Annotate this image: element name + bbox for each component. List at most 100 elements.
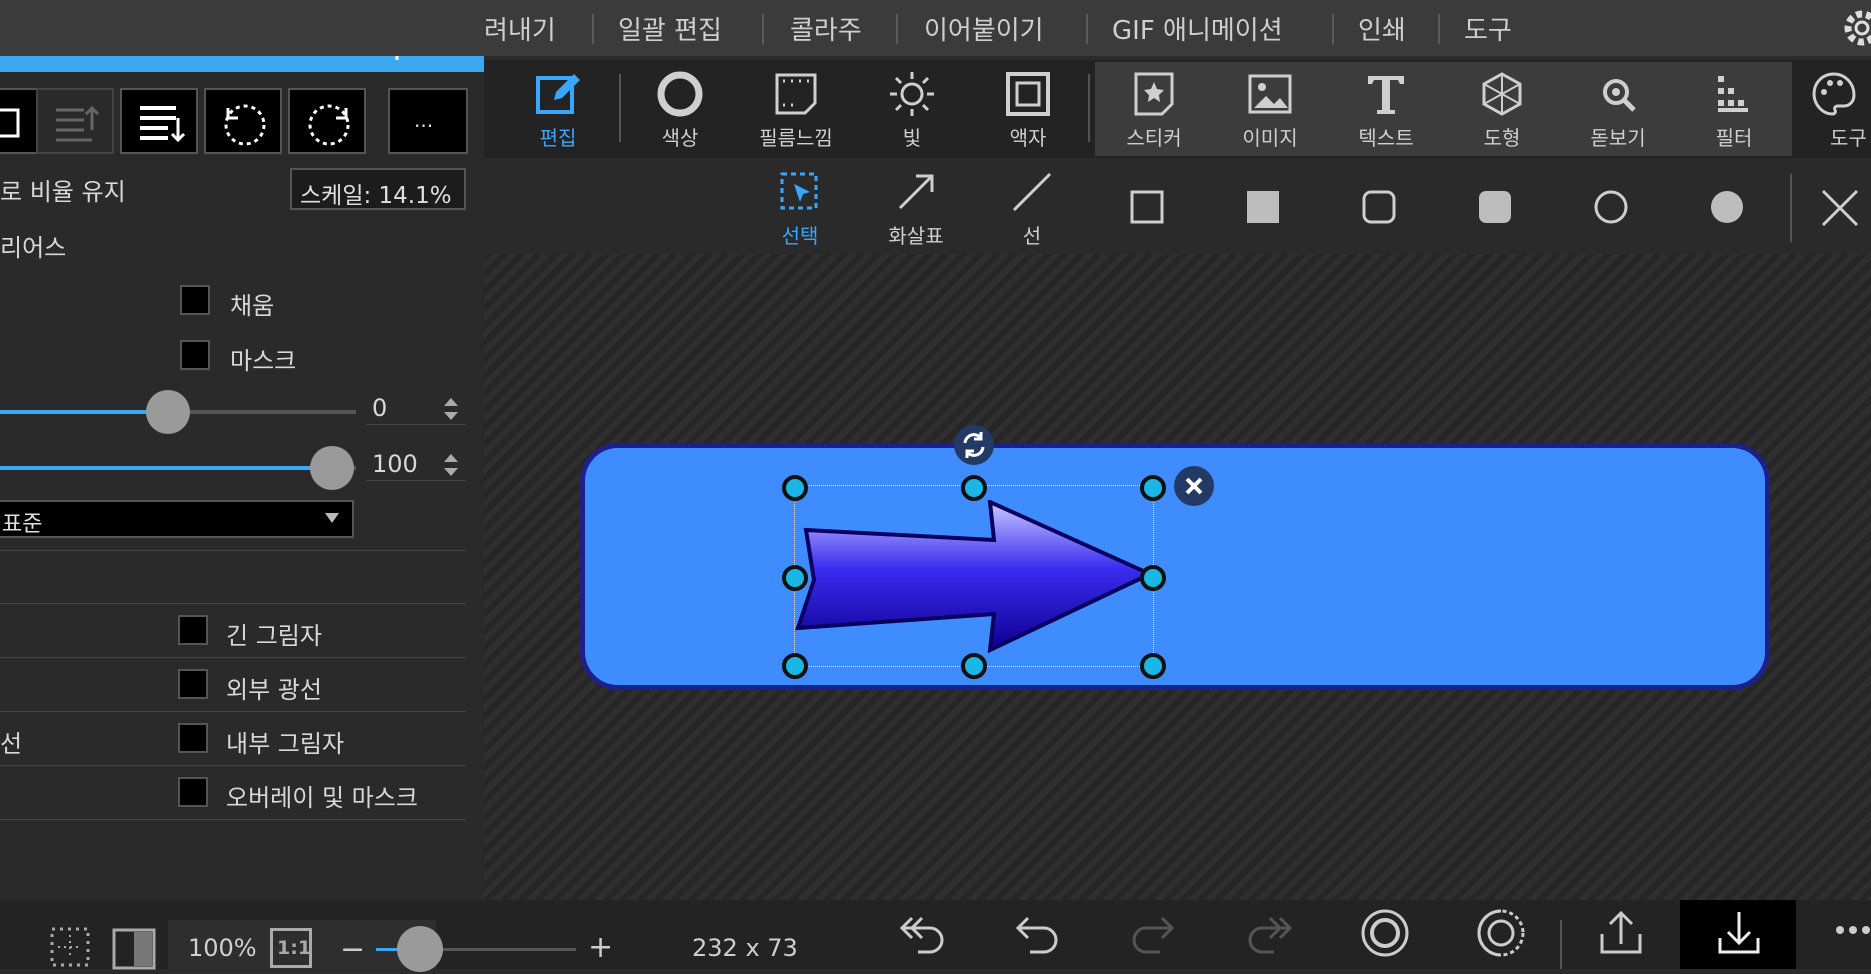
compare-original-icon[interactable] [1476,908,1526,962]
rounded-rect-filled-icon[interactable] [1478,190,1512,228]
menu-item-tools[interactable]: 도구 [1464,10,1512,47]
menu-item-crop[interactable]: 려내기 [484,10,556,47]
resize-handle-top[interactable] [961,475,987,501]
zoom-in-icon[interactable]: + [588,930,613,965]
tool-shape[interactable]: 도형 [1452,70,1552,151]
resize-handle-left[interactable] [782,565,808,591]
shape-icon [1482,72,1522,116]
outer-glow-label: 외부 광선 [226,676,322,704]
overlay-mask-checkbox[interactable] [178,777,208,807]
undo-icon[interactable] [1012,912,1062,962]
rounded-rect-outline-icon[interactable] [1362,190,1396,228]
spin-arrows-icon[interactable] [442,396,460,426]
undo-all-icon[interactable] [898,912,948,962]
rotate-right-button[interactable] [288,88,366,154]
tool-frame[interactable]: 액자 [978,70,1078,151]
more-button[interactable]: ... [388,88,468,154]
fill-label: 채움 [230,292,275,320]
fit-selection-icon[interactable] [48,925,92,973]
resize-handle-bottom-left[interactable] [782,653,808,679]
resize-handle-bottom[interactable] [961,653,987,679]
send-back-button[interactable] [120,88,198,154]
slider2-knob[interactable] [310,446,354,490]
tool-filter[interactable]: 필터 [1684,70,1784,151]
menu-item-batch[interactable]: 일괄 편집 [618,10,722,47]
selection-box [794,485,1154,667]
text-icon [1368,76,1404,114]
redo-icon[interactable] [1128,912,1178,962]
save-button[interactable] [1680,900,1796,969]
rectangle-outline-icon[interactable] [1130,190,1164,228]
scale-field[interactable]: 스케일: 14.1% [290,168,466,210]
divider [366,424,466,425]
blend-select[interactable]: 표준 [0,500,354,538]
rotate-handle-icon[interactable] [953,424,995,470]
tool-light[interactable]: 빛 [862,70,962,151]
frame-icon [1006,72,1050,116]
menu-item-print[interactable]: 인쇄 [1358,10,1406,47]
shape-select[interactable]: 선택 [750,170,850,249]
magnifier-icon [1603,79,1636,112]
select-icon [780,172,818,210]
image-dimensions: 232 x 73 [692,934,798,962]
slider2-value[interactable]: 100 [372,450,418,478]
properties-panel: ... 로 비율 유지 스케일: 14.1% 리어스 채움 마스크 0 100 … [0,0,484,900]
resize-handle-right[interactable] [1140,565,1166,591]
long-shadow-checkbox[interactable] [178,615,208,645]
rectangle-filled-icon[interactable] [1246,190,1280,228]
tool-tools[interactable]: 도구 [1806,70,1871,151]
palette-icon [1812,72,1856,116]
circle-filled-icon[interactable] [1710,190,1744,228]
rotate-left-button[interactable] [204,88,282,154]
resize-handle-top-right[interactable] [1140,475,1166,501]
more-options-icon[interactable] [1834,920,1871,944]
tool-color[interactable]: 색상 [630,70,730,151]
circle-outline-icon[interactable] [1594,190,1628,228]
tool-image[interactable]: 이미지 [1220,70,1320,151]
redo-all-icon[interactable] [1244,912,1294,962]
outer-glow-checkbox[interactable] [178,669,208,699]
zoom-level[interactable]: 100% [188,934,257,962]
image-icon [1248,74,1292,114]
arrow-icon [898,174,934,210]
tool-text[interactable]: 텍스트 [1336,70,1436,151]
overlay-mask-label: 오버레이 및 마스크 [226,784,418,812]
divider [0,550,466,551]
bring-front-button[interactable] [36,88,114,154]
tool-sticker[interactable]: 스티커 [1104,70,1204,151]
tool-edit[interactable]: 편집 [508,70,608,151]
fill-checkbox[interactable] [180,285,210,315]
film-icon [775,73,817,115]
divider [0,765,466,766]
menu-separator [1438,14,1440,44]
shape-line[interactable]: 선 [982,170,1082,249]
download-icon [1714,908,1764,962]
actual-size-button[interactable]: 1:1 [270,928,312,968]
chevron-down-icon [324,510,340,529]
mask-checkbox[interactable] [180,340,210,370]
zoom-out-icon[interactable]: − [340,932,365,967]
share-icon[interactable] [1596,908,1646,962]
menu-item-gif[interactable]: GIF 애니메이션 [1112,10,1283,47]
slider1-knob[interactable] [146,390,190,434]
original-icon[interactable] [1360,908,1410,962]
delete-object-icon[interactable] [1173,465,1215,511]
inner-shadow-prefix: 선 [0,730,23,758]
tool-magnifier[interactable]: 돋보기 [1568,70,1668,151]
close-icon[interactable] [1820,188,1860,232]
gear-icon[interactable] [1840,8,1871,52]
tool-film[interactable]: 필름느낌 [746,70,846,151]
toolbar-separator [1790,174,1792,242]
slider1-value[interactable]: 0 [372,394,387,422]
menu-item-stitch[interactable]: 이어붙이기 [924,10,1044,47]
menu-item-collage[interactable]: 콜라주 [790,10,862,47]
spin-arrows-icon[interactable] [442,452,460,482]
inner-shadow-checkbox[interactable] [178,723,208,753]
compare-icon[interactable] [112,928,156,974]
resize-handle-bottom-right[interactable] [1140,653,1166,679]
slider1-fill [0,410,168,414]
shape-arrow[interactable]: 화살표 [866,170,966,249]
filter-icon [1718,76,1748,112]
zoom-slider-knob[interactable] [397,926,443,972]
resize-handle-top-left[interactable] [782,475,808,501]
